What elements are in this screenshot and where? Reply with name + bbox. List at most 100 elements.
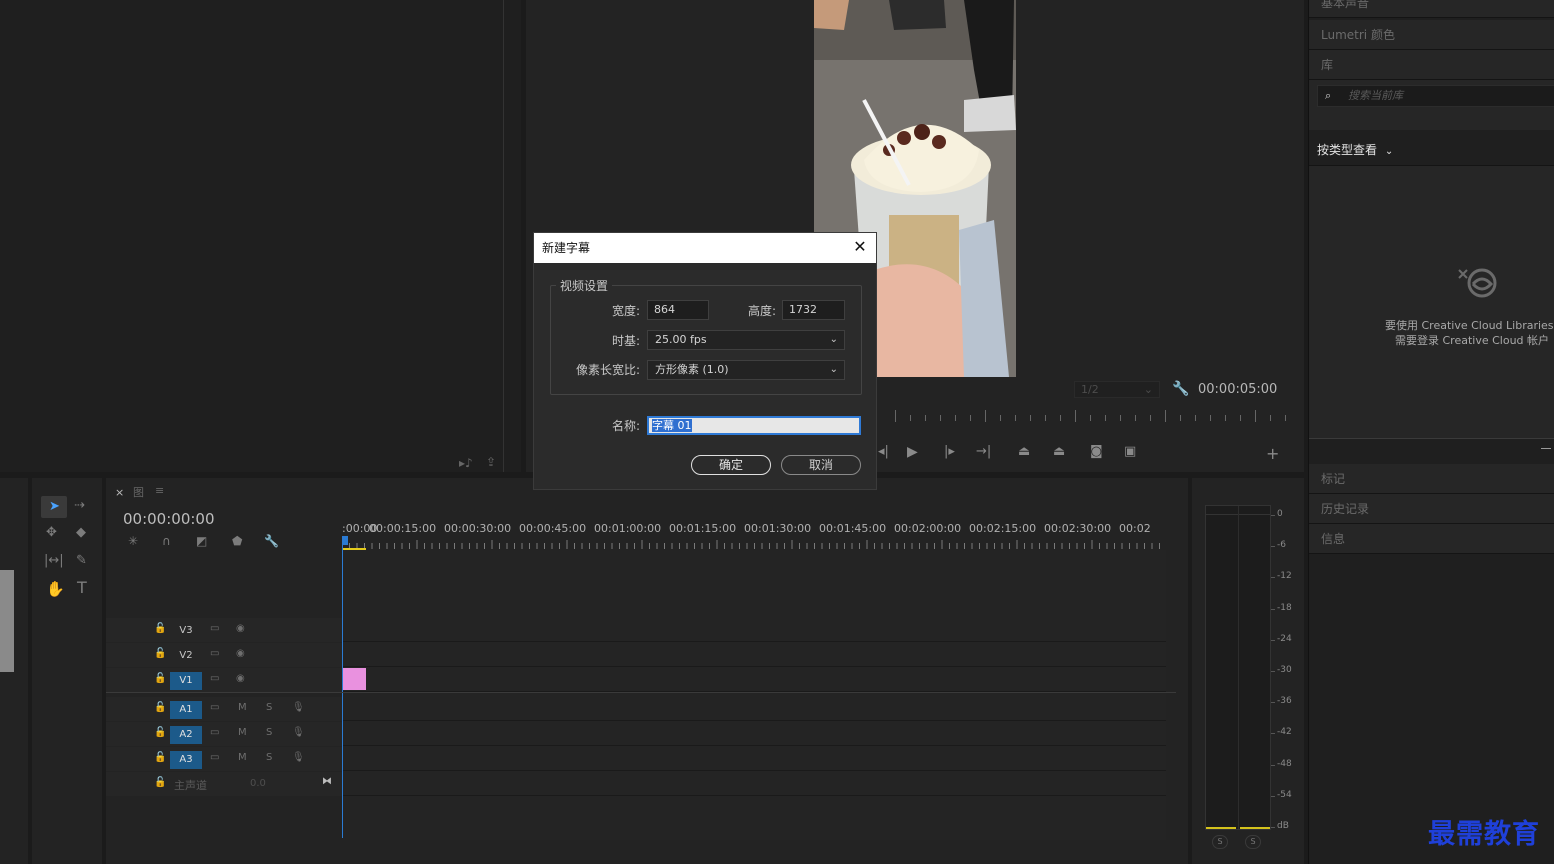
- info-tab[interactable]: 信息: [1309, 524, 1554, 554]
- menu-icon[interactable]: ≡: [155, 484, 164, 497]
- markers-tab[interactable]: 标记: [1309, 464, 1554, 494]
- add-icon[interactable]: +: [1266, 444, 1279, 463]
- slip-icon[interactable]: |↔|: [44, 553, 64, 568]
- track-label[interactable]: A1: [170, 701, 202, 719]
- razor-icon[interactable]: ◆: [76, 525, 86, 540]
- sync-lock-icon[interactable]: ▭: [210, 648, 219, 659]
- insert-icon[interactable]: ▸♪: [459, 456, 473, 470]
- resolution-select[interactable]: 1/2 ⌄: [1074, 381, 1160, 398]
- timebase-select[interactable]: 25.00 fps ⌄: [647, 330, 845, 350]
- sync-lock-icon[interactable]: ▭: [210, 673, 219, 684]
- lock-icon[interactable]: 🔓: [154, 702, 166, 713]
- pen-icon[interactable]: ✎: [76, 553, 87, 568]
- camera-icon[interactable]: ◙: [1090, 444, 1103, 459]
- track-row[interactable]: 🔓 V2 ▭ ◉: [106, 643, 1166, 667]
- solo-button[interactable]: S: [266, 752, 272, 763]
- track-area[interactable]: [342, 550, 1166, 840]
- width-field[interactable]: 864: [647, 300, 709, 320]
- track-row[interactable]: 🔓 A2 ▭ M S 🎙: [106, 722, 1166, 746]
- lock-icon[interactable]: 🔓: [154, 727, 166, 738]
- sync-lock-icon[interactable]: ▭: [210, 727, 219, 738]
- sync-lock-icon[interactable]: ▭: [210, 752, 219, 763]
- step-forward-icon[interactable]: |▸: [944, 444, 955, 459]
- name-input[interactable]: 字幕 01: [647, 416, 861, 435]
- track-label[interactable]: A2: [170, 726, 202, 744]
- nest-icon[interactable]: ✳: [128, 534, 138, 548]
- compare-icon[interactable]: ▣: [1124, 444, 1136, 459]
- playhead-line[interactable]: [342, 538, 343, 838]
- track-row[interactable]: 🔓 A3 ▭ M S 🎙: [106, 747, 1166, 771]
- eye-icon[interactable]: ◉: [236, 648, 245, 659]
- mute-button[interactable]: M: [238, 702, 247, 713]
- close-icon[interactable]: ✕: [852, 239, 868, 255]
- master-volume[interactable]: 0.0: [250, 778, 266, 789]
- lock-icon[interactable]: 🔓: [154, 752, 166, 763]
- track-label[interactable]: V1: [170, 672, 202, 690]
- height-field[interactable]: 1732: [782, 300, 845, 320]
- view-by-type-dropdown[interactable]: 按类型查看 ⌄: [1317, 140, 1393, 162]
- separator-handle[interactable]: [1541, 448, 1551, 449]
- par-select[interactable]: 方形像素 (1.0) ⌄: [647, 360, 845, 380]
- title-clip[interactable]: [343, 668, 366, 690]
- marker-icon[interactable]: ⬟: [232, 534, 242, 548]
- close-icon[interactable]: ×: [115, 486, 124, 499]
- track-select-icon[interactable]: ⇢: [74, 498, 85, 513]
- lock-icon[interactable]: 🔓: [154, 673, 166, 684]
- lock-icon[interactable]: 🔓: [154, 623, 166, 634]
- master-track-row[interactable]: 🔓 主声道 0.0 ⧓: [106, 772, 1166, 796]
- ok-button[interactable]: 确定: [691, 455, 771, 475]
- mute-button[interactable]: M: [238, 752, 247, 763]
- solo-button[interactable]: S: [266, 702, 272, 713]
- play-icon[interactable]: ▶: [907, 444, 918, 460]
- basic-audio-tab[interactable]: 基本声音: [1309, 0, 1554, 18]
- hand-icon[interactable]: ✋: [46, 580, 65, 598]
- libraries-tab[interactable]: 库: [1309, 50, 1554, 80]
- solo-left-button[interactable]: S: [1212, 835, 1228, 849]
- track-row[interactable]: 🔓 V3 ▭ ◉: [106, 618, 1166, 642]
- lock-icon[interactable]: 🔓: [154, 648, 166, 659]
- extract-icon[interactable]: ⏏: [1053, 444, 1065, 459]
- export-frame-icon[interactable]: ⇪: [486, 455, 496, 469]
- eye-icon[interactable]: ◉: [236, 623, 245, 634]
- sync-lock-icon[interactable]: ▭: [210, 702, 219, 713]
- solo-button[interactable]: S: [266, 727, 272, 738]
- lumetri-color-tab[interactable]: Lumetri 颜色: [1309, 20, 1554, 50]
- track-row[interactable]: 🔓 V1 ▭ ◉: [106, 668, 1166, 692]
- library-search-input[interactable]: ⌕ 搜索当前库: [1317, 85, 1554, 107]
- go-to-out-icon[interactable]: →|: [976, 444, 991, 459]
- selection-tool[interactable]: ➤: [41, 496, 67, 518]
- program-timecode[interactable]: 00:00:05:00: [1198, 382, 1277, 397]
- panel-divider: [503, 0, 504, 472]
- step-back-icon[interactable]: ◂|: [878, 444, 889, 459]
- wrench-icon[interactable]: 🔧: [1172, 381, 1189, 397]
- eye-icon[interactable]: ◉: [236, 673, 245, 684]
- program-ruler[interactable]: [895, 410, 1287, 424]
- cancel-button[interactable]: 取消: [781, 455, 861, 475]
- program-ruler-tick: [1150, 415, 1151, 421]
- go-to-end-icon[interactable]: ⧓: [322, 776, 332, 787]
- sequence-tab-icon[interactable]: 图: [133, 484, 144, 500]
- snap-icon[interactable]: ∩: [162, 534, 171, 548]
- microphone-icon[interactable]: 🎙: [292, 727, 305, 738]
- av-divider[interactable]: [106, 692, 1176, 693]
- timeline-timecode[interactable]: 00:00:00:00: [123, 510, 215, 528]
- wrench-icon[interactable]: 🔧: [264, 534, 279, 548]
- playhead-handle[interactable]: [342, 536, 348, 545]
- ripple-edit-icon[interactable]: ✥: [46, 525, 57, 540]
- history-tab[interactable]: 历史记录: [1309, 494, 1554, 524]
- solo-right-button[interactable]: S: [1245, 835, 1261, 849]
- work-area-bar[interactable]: [342, 548, 366, 550]
- scrollbar[interactable]: [0, 570, 14, 672]
- track-label[interactable]: A3: [170, 751, 202, 769]
- type-tool-icon[interactable]: T: [77, 578, 87, 597]
- track-label[interactable]: V3: [170, 622, 202, 640]
- lift-icon[interactable]: ⏏: [1018, 444, 1030, 459]
- microphone-icon[interactable]: 🎙: [292, 702, 305, 713]
- track-row[interactable]: 🔓 A1 ▭ M S 🎙: [106, 697, 1166, 721]
- microphone-icon[interactable]: 🎙: [292, 752, 305, 763]
- track-label[interactable]: V2: [170, 647, 202, 665]
- sync-lock-icon[interactable]: ▭: [210, 623, 219, 634]
- mute-button[interactable]: M: [238, 727, 247, 738]
- lock-icon[interactable]: 🔓: [154, 777, 166, 788]
- linked-selection-icon[interactable]: ◩: [196, 534, 207, 548]
